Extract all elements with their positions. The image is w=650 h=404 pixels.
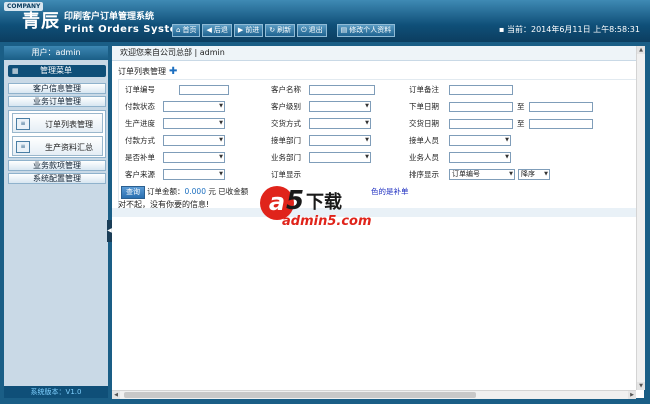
order-display-label: 订单显示: [271, 170, 301, 179]
refresh-button[interactable]: ↻ 刷新: [265, 24, 296, 37]
customer-level-label: 客户级别: [271, 102, 301, 111]
user-label: 用户：admin: [4, 46, 108, 60]
forward-button[interactable]: ▶ 前进: [233, 24, 264, 37]
sidebar-item-payments[interactable]: 业务款项管理: [8, 160, 106, 171]
salesperson-label: 业务人员: [409, 153, 439, 162]
is-supplement-label: 是否补单: [125, 153, 155, 162]
grid-icon: ▦: [12, 67, 19, 75]
sort-field-select[interactable]: 订单编号: [449, 169, 515, 180]
vertical-scrollbar[interactable]: ▲ ▼: [636, 46, 645, 390]
receiving-dept-label: 接单部门: [271, 136, 301, 145]
receiving-dept-select[interactable]: [309, 135, 371, 146]
welcome-bar: 欢迎您来自公司总部 | admin: [112, 46, 644, 61]
submenu-panel: ≡ 订单列表管理 ≡ 生产资料汇总: [8, 110, 106, 158]
toolbar: ⌂ 首页 ◀ 后退 ▶ 前进 ↻ 刷新 ⏻ 退出 ▤ 修改个人资料: [172, 24, 396, 37]
customer-name-input[interactable]: [309, 85, 375, 95]
delivery-method-select[interactable]: [309, 118, 371, 129]
pay-status-select[interactable]: [163, 101, 225, 112]
current-datetime: ▪ 当前：2014年6月11日 上午8:58:31: [499, 25, 640, 34]
sort-display-label: 排序显示: [409, 170, 439, 179]
order-date-label: 下单日期: [409, 102, 439, 111]
sidebar-item-customer-info[interactable]: 客户信息管理: [8, 83, 106, 94]
receiver-label: 接单人员: [409, 136, 439, 145]
edit-profile-button[interactable]: ▤ 修改个人资料: [336, 24, 396, 37]
order-remark-input[interactable]: [449, 85, 513, 95]
delivery-date-to-input[interactable]: [529, 119, 593, 129]
order-date-from-input[interactable]: [449, 102, 513, 112]
receiver-select[interactable]: [449, 135, 511, 146]
panel-title: 订单列表管理 ✚: [118, 66, 178, 77]
power-icon: ⏻: [301, 26, 307, 34]
scroll-up-icon[interactable]: ▲: [637, 46, 645, 54]
delivery-date-to-label: 至: [517, 119, 525, 128]
sidebar-item-system-config[interactable]: 系统配置管理: [8, 173, 106, 184]
customer-source-label: 客户来源: [125, 170, 155, 179]
order-amount: 订单金额：0.000 元 已收金额: [147, 187, 249, 196]
customer-level-select[interactable]: [309, 101, 371, 112]
progress-label: 生产进度: [125, 119, 155, 128]
home-icon: ⌂: [176, 26, 181, 34]
logout-button[interactable]: ⏻ 退出: [297, 24, 327, 37]
forward-arrow-icon: ▶: [237, 26, 244, 34]
system-title: 印刷客户订单管理系统: [64, 12, 155, 22]
order-no-input[interactable]: [179, 85, 229, 95]
pay-method-label: 付款方式: [125, 136, 155, 145]
plus-icon[interactable]: ✚: [169, 66, 177, 77]
back-button[interactable]: ◀ 后退: [202, 24, 232, 37]
watermark-url: admin5.com: [282, 214, 372, 229]
list-icon: ≡: [16, 118, 30, 130]
delivery-date-label: 交货日期: [409, 119, 439, 128]
business-dept-select[interactable]: [309, 152, 371, 163]
pay-method-select[interactable]: [163, 135, 225, 146]
back-arrow-icon: ◀: [206, 26, 212, 34]
sidebar-subitem-order-list[interactable]: ≡ 订单列表管理: [12, 113, 103, 133]
sidebar-item-business-orders[interactable]: 业务订单管理: [8, 96, 106, 107]
horizontal-scrollbar[interactable]: ◀ ▶: [112, 390, 636, 399]
menu-header[interactable]: ▦ 管理菜单: [8, 65, 106, 77]
delivery-date-from-input[interactable]: [449, 119, 513, 129]
order-no-label: 订单编号: [125, 85, 155, 94]
progress-select[interactable]: [163, 118, 225, 129]
order-remark-label: 订单备注: [409, 85, 439, 94]
watermark-cn: 下载: [306, 192, 342, 213]
customer-source-select[interactable]: [163, 169, 225, 180]
delivery-method-label: 交货方式: [271, 119, 301, 128]
order-date-to-label: 至: [517, 102, 525, 111]
query-button[interactable]: 查询: [121, 186, 145, 199]
sidebar-subitem-production-summary[interactable]: ≡ 生产资料汇总: [12, 136, 103, 156]
order-date-to-input[interactable]: [529, 102, 593, 112]
customer-name-label: 客户名称: [271, 85, 301, 94]
sidebar: 用户：admin ▦ 管理菜单 客户信息管理 业务订单管理 ≡ 订单列表管理 ≡…: [4, 46, 108, 398]
scrollbar-thumb[interactable]: [124, 392, 476, 398]
watermark-logo: a 5 下载 admin5.com: [256, 184, 396, 234]
home-button[interactable]: ⌂ 首页: [172, 24, 201, 37]
logo-text: 青辰: [22, 11, 60, 32]
list-icon: ≡: [16, 141, 30, 153]
scroll-down-icon[interactable]: ▼: [637, 382, 645, 390]
watermark-digit: 5: [286, 186, 305, 216]
salesperson-select[interactable]: [449, 152, 511, 163]
scroll-left-icon[interactable]: ◀: [112, 391, 120, 399]
business-dept-label: 业务部门: [271, 153, 301, 162]
pay-status-label: 付款状态: [125, 102, 155, 111]
refresh-icon: ↻: [269, 26, 276, 34]
app-header: COMPANY 青辰 印刷客户订单管理系统 Print Orders Syste…: [0, 0, 650, 42]
profile-icon: ▤: [340, 26, 348, 34]
scroll-right-icon[interactable]: ▶: [628, 391, 636, 399]
system-subtitle: Print Orders System: [64, 24, 188, 35]
company-badge: COMPANY: [4, 2, 44, 11]
version-label: 系统版本：V1.0: [4, 386, 108, 398]
is-supplement-select[interactable]: [163, 152, 225, 163]
sort-order-select[interactable]: 降序: [518, 169, 550, 180]
